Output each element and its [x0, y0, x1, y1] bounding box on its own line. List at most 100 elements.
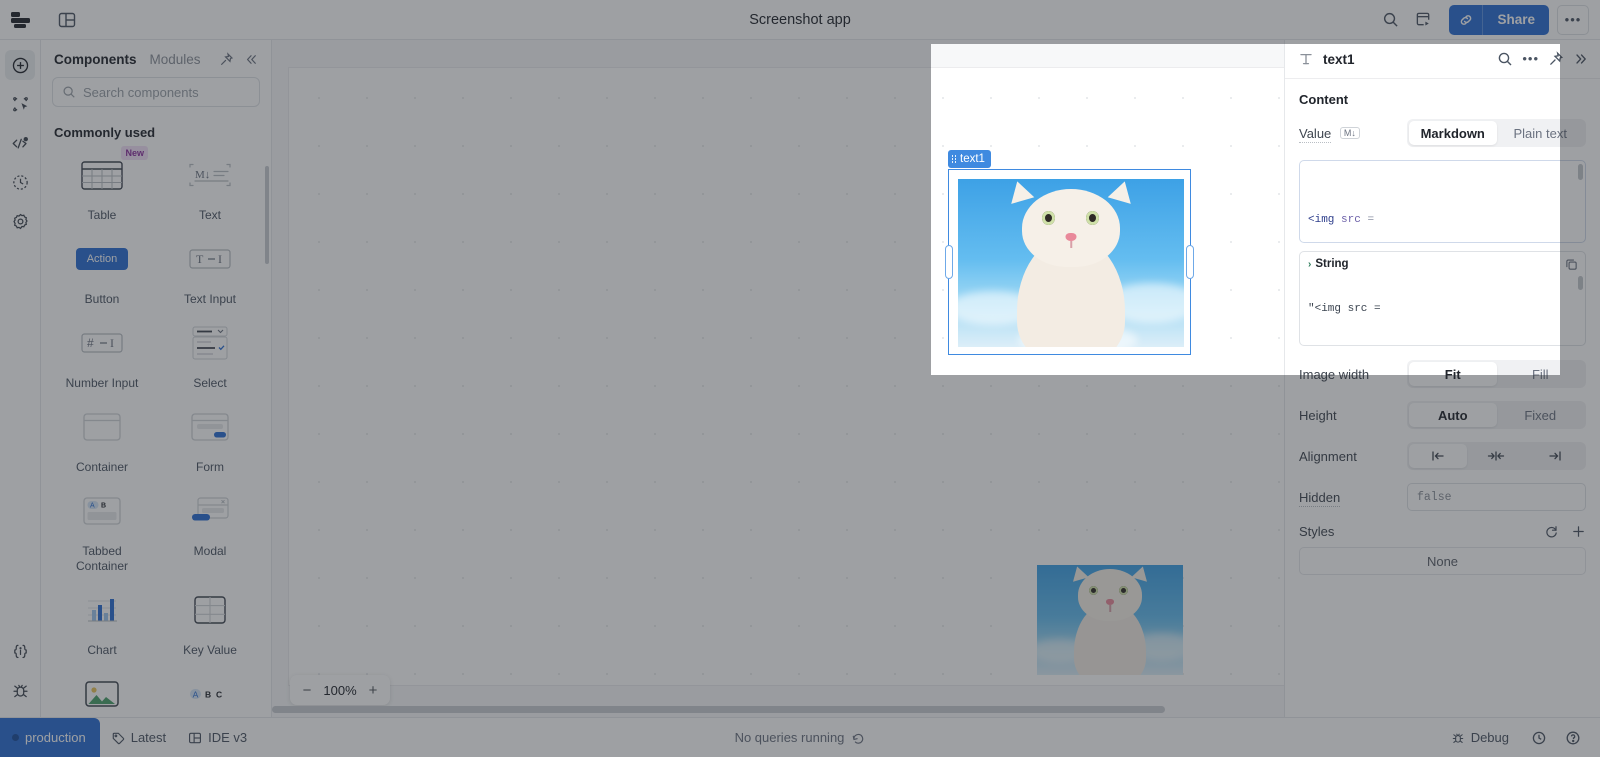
svg-text:B: B	[101, 502, 106, 509]
left-icon-rail	[0, 40, 41, 717]
value-row: Value M↓ Markdown Plain text	[1299, 119, 1586, 147]
preview-line-2: "data:image/jpeg;base64,/9j/4AAQSkZJRgA	[1308, 345, 1577, 346]
tab-modules[interactable]: Modules	[150, 52, 201, 67]
zoom-control: − 100% +	[290, 675, 390, 705]
hidden-input[interactable]: false	[1407, 483, 1586, 511]
text-type-icon	[1298, 51, 1314, 67]
code-icon[interactable]	[5, 128, 35, 158]
value-code-editor[interactable]: <img src = "data:image/jpeg;base64,/9j/4…	[1299, 160, 1586, 243]
canvas-hscrollbar-thumb[interactable]	[272, 706, 1165, 713]
ellipsis-icon[interactable]: •••	[1557, 4, 1589, 35]
select-frame-icon[interactable]	[5, 89, 35, 119]
content-section-heading: Content	[1299, 92, 1349, 107]
preview-scrollbar[interactable]	[1578, 276, 1583, 290]
version-selector[interactable]: Latest	[100, 718, 177, 757]
canvas-sheet[interactable]: text1	[289, 68, 1284, 685]
resize-handle-right[interactable]	[1186, 245, 1194, 279]
app-logo[interactable]	[0, 0, 40, 40]
curly-braces-info-icon[interactable]	[5, 636, 35, 666]
history-clock-icon[interactable]	[5, 167, 35, 197]
image-width-fit[interactable]: Fit	[1409, 362, 1497, 386]
search-icon[interactable]	[1375, 5, 1405, 35]
cat-image-secondary[interactable]	[1037, 565, 1183, 675]
hidden-row: Hidden false	[1299, 483, 1586, 511]
component-label: Key Value	[183, 643, 237, 657]
code-editor-scrollbar[interactable]	[1578, 164, 1583, 180]
pin-icon[interactable]	[219, 52, 234, 67]
resize-handle-left[interactable]	[945, 245, 953, 279]
align-right-icon[interactable]	[1526, 444, 1584, 468]
plus-icon[interactable]	[1571, 524, 1586, 539]
chevrons-right-icon[interactable]	[1573, 51, 1589, 67]
copy-icon[interactable]	[1565, 258, 1578, 271]
component-container[interactable]: Container	[49, 399, 155, 481]
canvas-area[interactable]: text1 − 100% +	[272, 40, 1284, 717]
component-image[interactable]: Image	[49, 666, 155, 717]
component-text-input[interactable]: T I Text Input	[157, 231, 263, 313]
zoom-in-button[interactable]: +	[362, 678, 384, 702]
component-modal[interactable]: Modal	[157, 483, 263, 580]
selection-label-tag[interactable]: text1	[947, 150, 991, 168]
zoom-out-button[interactable]: −	[296, 678, 318, 702]
mode-markdown[interactable]: Markdown	[1409, 121, 1497, 145]
svg-text:M↓: M↓	[195, 169, 210, 181]
link-chain-icon[interactable]	[1449, 4, 1484, 35]
search-icon[interactable]	[1497, 51, 1513, 67]
help-circle-icon[interactable]	[1558, 723, 1588, 753]
component-select[interactable]: Select	[157, 315, 263, 397]
selected-component-text1[interactable]: text1	[945, 150, 1194, 355]
pin-icon[interactable]	[1548, 51, 1564, 67]
preview-app-icon[interactable]	[1408, 5, 1438, 35]
image-width-row: Image width Fit Fill	[1299, 360, 1586, 388]
image-width-fill[interactable]: Fill	[1497, 362, 1585, 386]
key-value-icon	[170, 582, 250, 638]
component-key-value[interactable]: Key Value	[157, 582, 263, 664]
reset-icon[interactable]	[1544, 524, 1559, 539]
align-left-icon[interactable]	[1409, 444, 1468, 468]
app-root: Screenshot app Share ••• Components Modu…	[0, 0, 1600, 757]
height-fixed[interactable]: Fixed	[1497, 403, 1585, 427]
styles-value[interactable]: None	[1299, 547, 1586, 575]
align-center-icon[interactable]	[1467, 444, 1525, 468]
version-label: Latest	[130, 730, 167, 745]
history-clock-icon[interactable]	[1524, 723, 1554, 753]
panel-layout-icon[interactable]	[47, 0, 87, 40]
component-tabbed-container[interactable]: A B Tabbed Container	[49, 483, 155, 580]
mode-plain-text[interactable]: Plain text	[1497, 121, 1585, 145]
markdown-text-icon: M↓	[170, 147, 250, 203]
component-navigation[interactable]: A B C Navigation	[157, 666, 263, 717]
gear-icon[interactable]	[5, 206, 35, 236]
ide-version-selector[interactable]: IDE v3	[177, 718, 258, 757]
select-icon	[170, 315, 250, 371]
ellipsis-icon[interactable]: •••	[1522, 52, 1539, 65]
alignment-label: Alignment	[1299, 448, 1357, 464]
component-number-input[interactable]: # I Number Input	[49, 315, 155, 397]
component-form[interactable]: Form	[157, 399, 263, 481]
component-table[interactable]: New Table	[49, 146, 155, 229]
hidden-label: Hidden	[1299, 489, 1341, 507]
chevron-right-icon[interactable]: ›	[1308, 259, 1311, 270]
preview-line-1: "<img src =	[1308, 302, 1381, 315]
tab-components[interactable]: Components	[54, 52, 137, 67]
canvas-hscrollbar[interactable]	[272, 706, 1284, 713]
modal-icon	[170, 483, 250, 539]
preview-type-label: String	[1315, 258, 1349, 270]
component-label: Chart	[87, 643, 117, 657]
height-auto[interactable]: Auto	[1409, 403, 1497, 427]
button-icon: Action	[62, 231, 142, 287]
component-chart[interactable]: Chart	[49, 582, 155, 664]
cat-image-selected	[958, 179, 1184, 347]
preview-header[interactable]: › String	[1308, 258, 1577, 270]
top-bar-left	[0, 0, 87, 39]
component-text[interactable]: M↓ Text	[157, 147, 263, 229]
search-components-field[interactable]	[52, 77, 260, 107]
search-input[interactable]	[83, 84, 250, 100]
components-scrollbar[interactable]	[265, 166, 269, 264]
bug-icon[interactable]	[5, 675, 35, 705]
debug-button[interactable]: Debug	[1440, 718, 1520, 757]
component-button[interactable]: Action Button	[49, 231, 155, 313]
environment-selector[interactable]: production	[0, 717, 100, 757]
share-button[interactable]: Share	[1483, 4, 1549, 35]
add-component-button[interactable]	[5, 50, 35, 80]
chevrons-left-icon[interactable]	[244, 52, 259, 67]
